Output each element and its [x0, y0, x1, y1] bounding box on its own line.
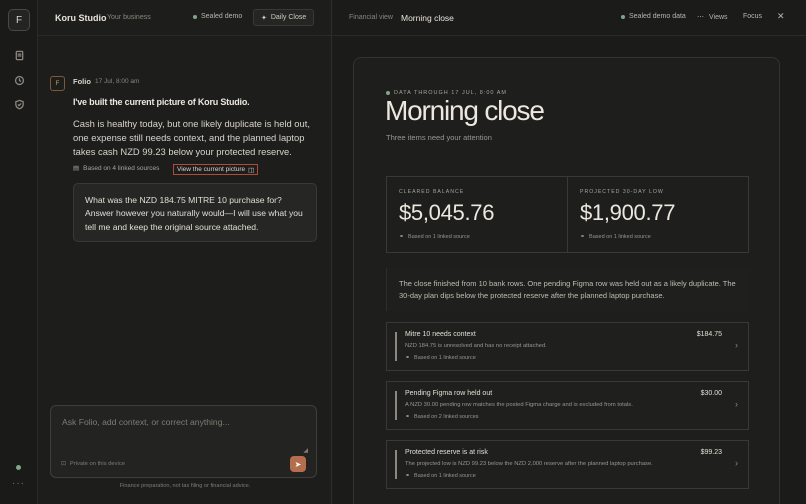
message-headline: I've built the current picture of Koru S…: [73, 97, 250, 107]
views-button[interactable]: ⋯ Views: [697, 13, 728, 22]
metrics-row: CLEARED BALANCE $5,045.76 ⚭ Based on 1 li…: [386, 176, 749, 253]
metric-label: CLEARED BALANCE: [399, 189, 465, 195]
financial-view-header: Financial view Morning close Sealed demo…: [333, 0, 806, 36]
composer[interactable]: Ask Folio, add context, or correct anyth…: [50, 405, 317, 478]
sealed-demo-label: Sealed demo: [201, 13, 243, 20]
sparkle-icon: ✦: [261, 14, 267, 22]
app-logo[interactable]: F: [8, 9, 30, 31]
card-accent-bar: [395, 391, 397, 420]
card-amount: $30.00: [700, 390, 722, 397]
document-subtitle: Three items need your attention: [386, 133, 492, 142]
more-menu-icon[interactable]: ···: [12, 478, 25, 489]
metric-value: $1,900.77: [580, 200, 676, 225]
link-icon: ⚭: [405, 414, 411, 420]
document-icon[interactable]: [12, 48, 26, 62]
link-icon: ⚭: [405, 355, 411, 361]
disclaimer: Finance preparation, not tax filing or f…: [119, 483, 251, 489]
card-source-label: Based on 1 linked source: [414, 472, 476, 479]
status-dot: [16, 465, 21, 470]
message-body: Cash is healthy today, but one likely du…: [73, 118, 310, 157]
card-title: Mitre 10 needs context: [405, 331, 476, 338]
card-title: Protected reserve is at risk: [405, 449, 488, 456]
breadcrumb[interactable]: Financial view: [349, 14, 393, 21]
card-description: NZD 184.75 is unresolved and has no rece…: [405, 343, 547, 349]
card-description: The projected low is NZD 99.23 below the…: [405, 461, 653, 467]
composer-input[interactable]: Ask Folio, add context, or correct anyth…: [62, 417, 230, 427]
message-sources[interactable]: ▤ Based on 4 linked sources: [73, 164, 160, 173]
chevron-right-icon[interactable]: ›: [735, 458, 738, 468]
nav-rail: F ···: [0, 0, 38, 504]
green-dot-icon: [621, 14, 625, 19]
link-icon: ⚭: [405, 473, 411, 479]
metric-source-label: Based on 1 linked source: [589, 233, 651, 240]
chevron-right-icon[interactable]: ›: [735, 340, 738, 350]
card-title: Pending Figma row held out: [405, 390, 493, 397]
folio-avatar: F: [50, 76, 65, 91]
attention-card-reserve[interactable]: Protected reserve is at risk $99.23 The …: [386, 440, 749, 489]
chat-panel: Koru Studio Your business Sealed demo ✦ D…: [38, 0, 332, 504]
close-icon[interactable]: ✕: [777, 11, 785, 22]
metric-source[interactable]: ⚭ Based on 1 linked source: [580, 233, 651, 241]
view-current-picture-label: View the current picture: [177, 166, 246, 173]
card-source[interactable]: ⚭ Based on 1 linked source: [405, 354, 476, 362]
views-label: Views: [709, 13, 728, 21]
ellipsis-icon: ⋯: [697, 14, 704, 21]
view-title: Morning close: [401, 13, 454, 23]
metric-projected-low[interactable]: PROJECTED 30-DAY LOW $1,900.77 ⚭ Based on…: [567, 177, 748, 252]
metric-source-label: Based on 1 linked source: [408, 233, 470, 240]
user-message-bubble: What was the NZD 184.75 MITRE 10 purchas…: [73, 183, 317, 242]
private-label: Private on this device: [69, 461, 125, 467]
attention-card-figma[interactable]: Pending Figma row held out $30.00 A NZD …: [386, 381, 749, 430]
sealed-data-badge: Sealed demo data: [621, 13, 686, 20]
card-source-label: Based on 1 linked source: [414, 354, 476, 361]
private-indicator: ⊡ Private on this device: [61, 461, 125, 467]
message-sources-label: Based on 4 linked sources: [83, 164, 160, 172]
morning-close-document: DATA THROUGH 17 JUL, 8:00 AM Morning clo…: [353, 57, 780, 504]
card-source[interactable]: ⚭ Based on 2 linked sources: [405, 413, 479, 421]
shield-icon[interactable]: [12, 97, 26, 111]
view-current-picture-link[interactable]: View the current picture ◫: [173, 164, 259, 175]
link-icon: ⚭: [399, 234, 405, 240]
focus-button[interactable]: Focus: [743, 13, 762, 20]
card-source-label: Based on 2 linked sources: [414, 413, 479, 420]
chat-header: Koru Studio Your business Sealed demo ✦ D…: [38, 0, 331, 36]
resize-handle-icon[interactable]: ◢: [303, 447, 308, 454]
sealed-data-label: Sealed demo data: [629, 13, 686, 20]
business-name: Koru Studio: [55, 13, 107, 23]
document-title: Morning close: [385, 95, 545, 126]
attention-card-mitre[interactable]: Mitre 10 needs context $184.75 NZD 184.7…: [386, 322, 749, 371]
send-button[interactable]: ➤: [290, 456, 306, 472]
green-dot-icon: [193, 14, 197, 19]
close-summary: The close finished from 10 bank rows. On…: [386, 268, 749, 311]
panel-icon: ◫: [248, 166, 255, 174]
daily-close-button[interactable]: ✦ Daily Close: [253, 9, 315, 26]
source-doc-icon: ▤: [73, 165, 80, 172]
business-switcher[interactable]: Your business: [107, 14, 151, 21]
history-icon[interactable]: [12, 73, 26, 87]
card-amount: $184.75: [696, 331, 722, 338]
sealed-demo-badge: Sealed demo: [193, 13, 242, 20]
card-accent-bar: [395, 332, 397, 361]
message-time: 17 Jul, 8:00 am: [95, 78, 140, 85]
daily-close-label: Daily Close: [270, 14, 307, 21]
lock-icon: ⊡: [61, 461, 66, 467]
metric-value: $5,045.76: [399, 200, 495, 225]
metric-cleared-balance[interactable]: CLEARED BALANCE $5,045.76 ⚭ Based on 1 li…: [387, 177, 567, 252]
metric-label: PROJECTED 30-DAY LOW: [580, 189, 664, 195]
card-description: A NZD 30.00 pending row matches the post…: [405, 402, 633, 408]
financial-view-panel: Financial view Morning close Sealed demo…: [333, 0, 806, 504]
card-accent-bar: [395, 450, 397, 479]
message-author: Folio: [73, 77, 91, 86]
card-amount: $99.23: [700, 449, 722, 456]
card-source[interactable]: ⚭ Based on 1 linked source: [405, 472, 476, 480]
metric-source[interactable]: ⚭ Based on 1 linked source: [399, 233, 470, 241]
chevron-right-icon[interactable]: ›: [735, 399, 738, 409]
link-icon: ⚭: [580, 234, 586, 240]
